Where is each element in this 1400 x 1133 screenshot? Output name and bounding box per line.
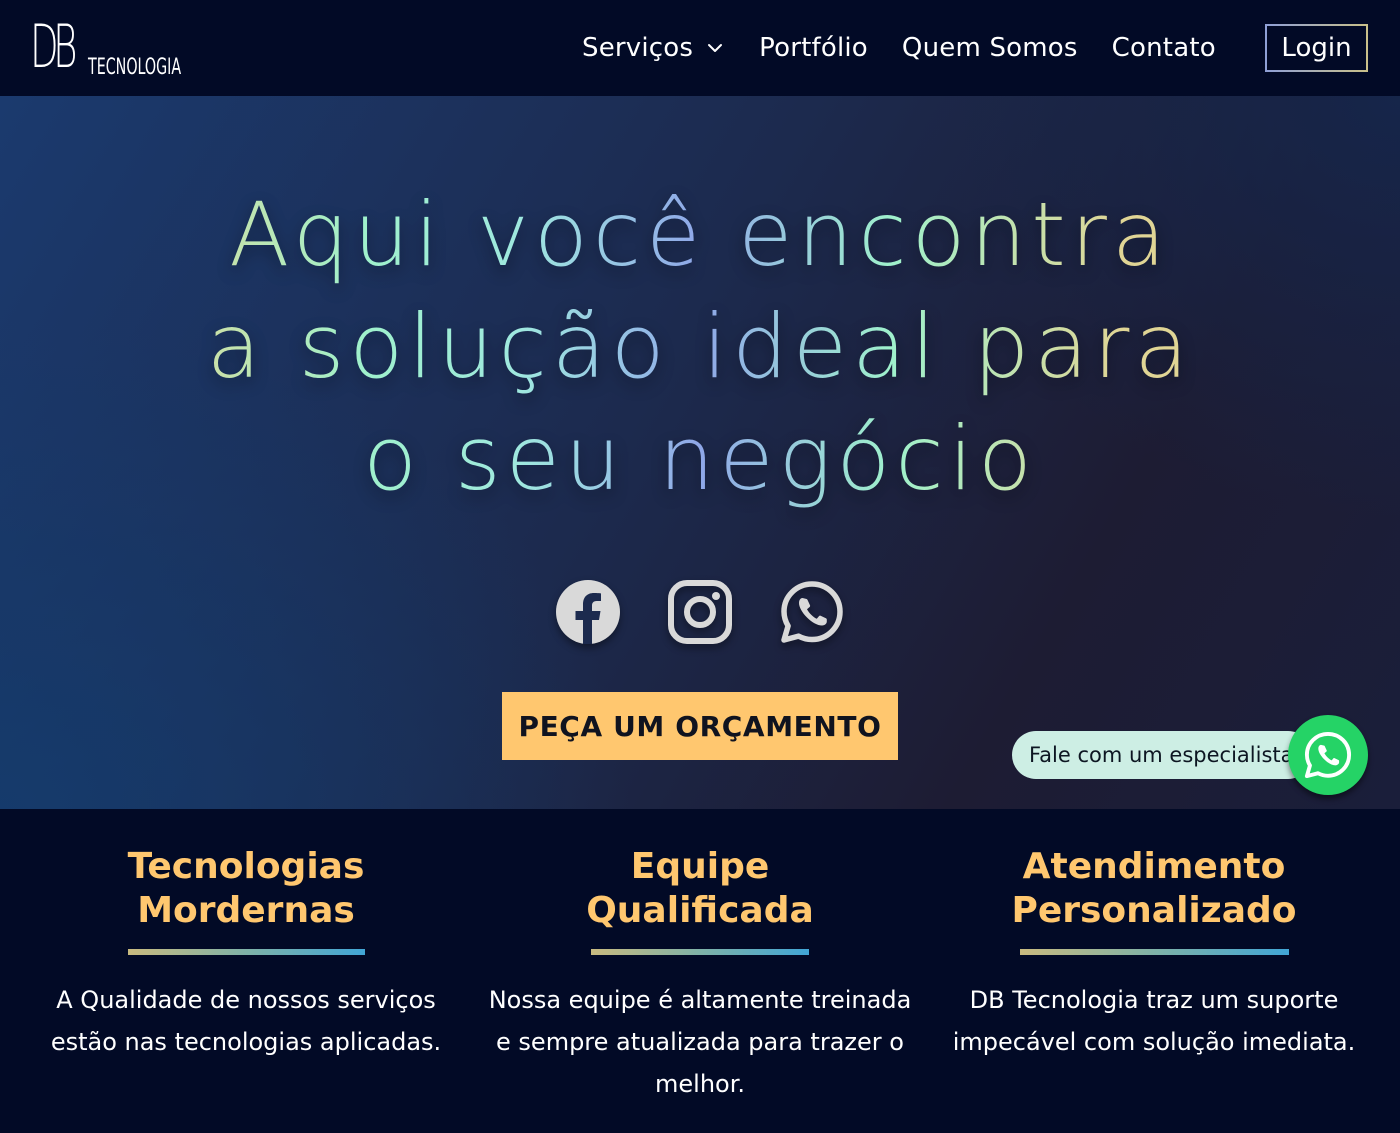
nav-item-label: Serviços bbox=[582, 33, 694, 63]
social-links bbox=[556, 580, 844, 644]
nav-item-contato[interactable]: Contato bbox=[1112, 33, 1216, 63]
nav-item-label: Contato bbox=[1111, 33, 1216, 63]
feature-title: Equipe Qualificada bbox=[586, 846, 814, 931]
logo[interactable]: DB TECNOLOGIA bbox=[30, 14, 200, 82]
nav-item-portfolio[interactable]: Portfólio bbox=[759, 33, 868, 63]
feature-card: Equipe Qualificada Nossa equipe é altame… bbox=[480, 809, 920, 1105]
feature-divider bbox=[127, 949, 365, 955]
headline-line: a solução ideal para bbox=[206, 295, 1194, 398]
nav-item-label: Quem Somos bbox=[901, 33, 1078, 63]
feature-description: DB Tecnologia traz um suporte impecável … bbox=[952, 986, 1356, 1056]
feature-card: Tecnologias Mordernas A Qualidade de nos… bbox=[26, 809, 466, 1063]
features-section: Tecnologias Mordernas A Qualidade de nos… bbox=[0, 809, 1400, 1133]
whatsapp-icon[interactable] bbox=[780, 580, 844, 644]
feature-description: Nossa equipe é altamente treinada e semp… bbox=[488, 986, 912, 1098]
feature-title: Atendimento Personalizado bbox=[1011, 846, 1297, 931]
feature-card: Atendimento Personalizado DB Tecnologia … bbox=[934, 809, 1374, 1063]
nav-item-quem-somos[interactable]: Quem Somos bbox=[902, 33, 1078, 63]
feature-divider bbox=[1019, 949, 1289, 955]
logo-subtitle: TECNOLOGIA bbox=[88, 55, 182, 80]
feature-divider bbox=[591, 949, 809, 955]
instagram-icon[interactable] bbox=[668, 580, 732, 644]
feature-description: A Qualidade de nossos serviços estão nas… bbox=[50, 986, 442, 1056]
feature-title: Tecnologias Mordernas bbox=[127, 846, 365, 931]
hero-headline: Aqui você encontra a solução ideal para … bbox=[100, 179, 1300, 515]
main-nav: Serviços Portfólio Quem Somos Contato bbox=[582, 0, 1250, 96]
site-header: DB TECNOLOGIA Serviços Portfólio Quem So… bbox=[0, 0, 1400, 96]
hero-section: Aqui você encontra a solução ideal para … bbox=[0, 96, 1400, 809]
nav-item-servicos[interactable]: Serviços bbox=[582, 33, 725, 63]
login-button[interactable]: Login bbox=[1265, 24, 1368, 72]
chevron-down-icon bbox=[708, 44, 723, 52]
chat-widget-label[interactable]: Fale com um especialista bbox=[1012, 731, 1312, 779]
headline-line: Aqui você encontra bbox=[229, 183, 1171, 286]
facebook-icon[interactable] bbox=[556, 580, 620, 644]
request-quote-button[interactable]: PEÇA UM ORÇAMENTO bbox=[502, 692, 898, 760]
whatsapp-chat-button[interactable] bbox=[1288, 715, 1368, 795]
nav-item-label: Portfólio bbox=[759, 33, 868, 63]
logo-mark: DB bbox=[30, 12, 77, 82]
headline-line: o seu negócio bbox=[363, 407, 1037, 510]
whatsapp-icon bbox=[1304, 731, 1352, 779]
